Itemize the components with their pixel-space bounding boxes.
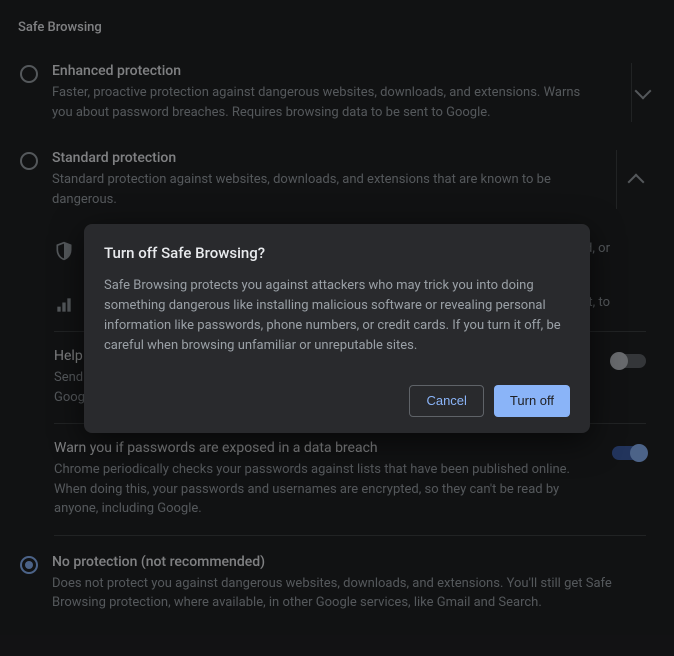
radio-enhanced[interactable] <box>20 65 38 83</box>
dialog-title: Turn off Safe Browsing? <box>104 244 570 262</box>
toggle-help-improve[interactable] <box>612 354 646 368</box>
option-title: No protection (not recommended) <box>52 554 646 570</box>
option-enhanced[interactable]: Enhanced protection Faster, proactive pr… <box>20 49 654 136</box>
option-title: Enhanced protection <box>52 63 603 79</box>
chevron-up-icon <box>627 173 644 190</box>
toggle-desc: Chrome periodically checks your password… <box>54 460 598 519</box>
section-title-safe-browsing: Safe Browsing <box>18 20 658 35</box>
radio-standard[interactable] <box>20 152 38 170</box>
bars-icon <box>54 295 74 315</box>
turn-off-button[interactable]: Turn off <box>494 385 570 417</box>
option-desc: Standard protection against websites, do… <box>52 170 588 209</box>
option-standard[interactable]: Standard protection Standard protection … <box>20 136 654 223</box>
option-title: Standard protection <box>52 150 588 166</box>
dialog-body: Safe Browsing protects you against attac… <box>104 276 570 357</box>
option-no-protection[interactable]: No protection (not recommended) Does not… <box>20 536 654 627</box>
chevron-down-icon <box>634 82 651 99</box>
cancel-button[interactable]: Cancel <box>409 385 483 417</box>
option-desc: Faster, proactive protection against dan… <box>52 83 603 122</box>
collapse-standard[interactable] <box>616 150 654 209</box>
toggle-row-warn-passwords: Warn you if passwords are exposed in a d… <box>54 424 646 535</box>
toggle-title: Warn you if passwords are exposed in a d… <box>54 440 598 456</box>
shield-icon <box>54 241 74 261</box>
expand-enhanced[interactable] <box>631 63 654 122</box>
radio-no-protection[interactable] <box>20 556 38 574</box>
option-desc: Does not protect you against dangerous w… <box>52 574 646 613</box>
dialog-turn-off-safe-browsing: Turn off Safe Browsing? Safe Browsing pr… <box>84 224 590 433</box>
toggle-warn-passwords[interactable] <box>612 446 646 460</box>
